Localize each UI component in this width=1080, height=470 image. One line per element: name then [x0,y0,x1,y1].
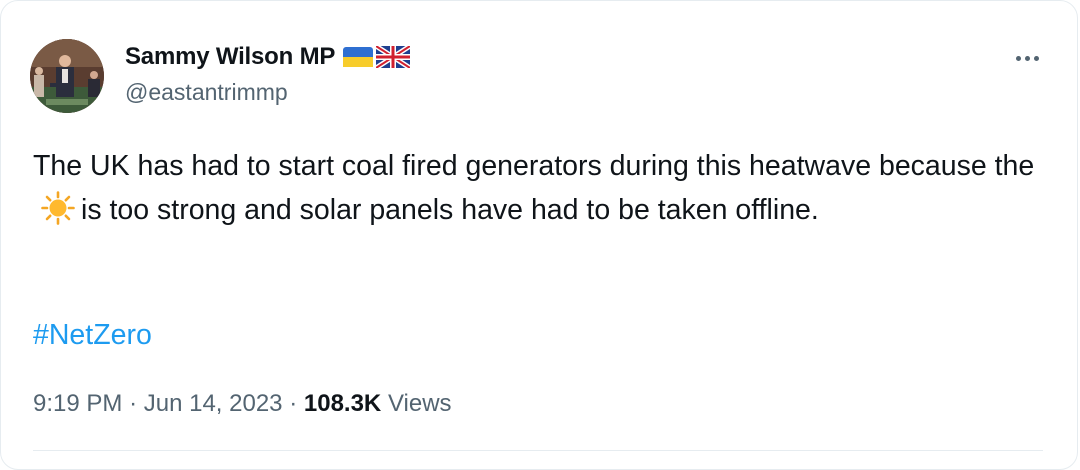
views-label: Views [387,390,452,417]
author-handle[interactable]: @eastantrimmp [125,79,288,106]
more-dot-icon [1024,55,1030,61]
hashtag-link[interactable]: #NetZero [33,316,152,354]
views-count[interactable]: 108.3K [304,390,381,417]
ukraine-flag-icon [343,47,374,67]
divider [33,450,1043,451]
author-name-row: Sammy Wilson MP [125,41,411,73]
tweet-text-part-2: is too strong and solar panels have had … [81,194,819,226]
tweet-text: The UK has had to start coal fired gener… [33,144,1043,238]
sun-emoji-icon [41,191,75,238]
more-dot-icon [1033,55,1039,61]
avatar-photo [30,39,104,113]
flag-emojis [343,46,411,68]
tweet-time[interactable]: 9:19 PM [33,390,122,417]
tweet-card: Sammy Wilson MP @eastantrimmp The UK has… [0,0,1078,470]
tweet-date[interactable]: Jun 14, 2023 [144,390,283,417]
meta-separator: · [289,390,298,417]
more-options-button[interactable] [1010,41,1044,75]
meta-separator: · [129,390,138,417]
author-display-name[interactable]: Sammy Wilson MP [125,43,335,71]
tweet-meta: 9:19 PM · Jun 14, 2023 · 108.3K Views [33,386,452,422]
tweet-text-part-1: The UK has had to start coal fired gener… [33,150,1035,182]
more-dot-icon [1015,55,1021,61]
avatar[interactable] [30,39,104,113]
uk-flag-icon [376,46,411,68]
